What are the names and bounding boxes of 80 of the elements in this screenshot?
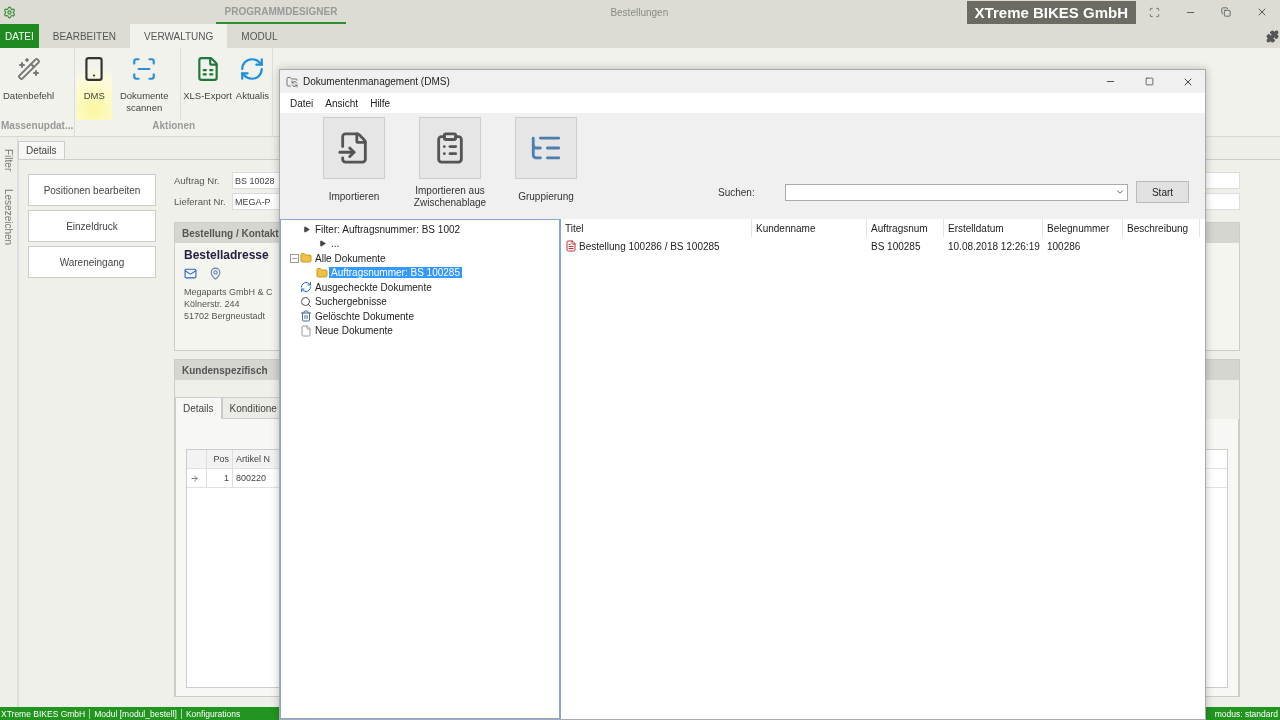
toolbar-button[interactable]	[323, 117, 385, 179]
group-label: Massenupdat...	[1, 120, 74, 133]
table-cell-text: 100286	[1046, 240, 1082, 252]
column-header[interactable]: Kundenname	[752, 219, 867, 237]
folder-icon	[316, 266, 328, 279]
puzzle-icon[interactable]	[1266, 29, 1279, 43]
tree-item[interactable]: Suchergebnisse	[313, 296, 389, 308]
address-line: Megaparts GmbH & C	[184, 286, 273, 298]
status-text: XTreme BIKES GmbH	[0, 708, 87, 719]
close-icon[interactable]	[1256, 6, 1268, 18]
menu-item[interactable]: Datei	[284, 97, 320, 109]
ribbon-tab[interactable]: VERWALTUNG	[130, 24, 228, 48]
column-header[interactable]: Beschreibung	[1123, 219, 1200, 237]
column-header[interactable]: Belegnummer	[1043, 219, 1123, 237]
ribbon-command[interactable]: Dokumente scannen	[112, 48, 177, 120]
status-text: Modul [modul_bestell]	[89, 708, 181, 719]
status-text: Konfigurations	[180, 708, 245, 719]
focus-icon[interactable]	[1148, 6, 1160, 18]
scanner-icon	[131, 56, 158, 82]
address-line: 51702 Bergneustadt	[184, 310, 266, 322]
map-pin-icon[interactable]	[209, 267, 222, 280]
action-button[interactable]: Einzeldruck	[28, 210, 156, 242]
tree-item[interactable]: Alle Dokumente	[313, 252, 388, 264]
folder-icon	[300, 252, 312, 265]
tree-item[interactable]: Ausgecheckte Dokumente	[313, 281, 434, 293]
app-logo-icon	[3, 5, 16, 19]
sync-icon	[300, 281, 312, 294]
ribbon-tab[interactable]: DATEI	[0, 24, 39, 48]
ribbon-tab[interactable]: MODUL	[227, 24, 292, 48]
magic-wand-icon	[16, 57, 41, 81]
address-line: Kölnerstr. 244	[184, 298, 240, 310]
column-header[interactable]: Erstelldatum	[944, 219, 1043, 237]
column-header[interactable]: Auftragsnum	[867, 219, 944, 237]
menu-item[interactable]: Ansicht	[319, 97, 365, 109]
side-tab[interactable]: Filter	[3, 149, 14, 172]
dropdown-icon[interactable]	[1115, 187, 1125, 197]
toolbar-label[interactable]: Importieren aus Zwischenablage	[402, 185, 498, 209]
field-label: Lieferant Nr.	[174, 196, 227, 207]
table-cell[interactable]: Bestellung 100286 / BS 100285	[579, 240, 720, 252]
side-tab[interactable]: Lesezeichen	[3, 189, 14, 246]
ribbon-command[interactable]: Aktualis	[233, 48, 272, 120]
column-header[interactable]: Pos	[207, 450, 233, 468]
ribbon-tab[interactable]: BEARBEITEN	[38, 24, 131, 48]
refresh-icon	[239, 56, 266, 82]
toolbar-label[interactable]: Gruppierung	[518, 185, 574, 209]
toolbar-button[interactable]	[419, 117, 481, 179]
search-icon	[300, 295, 312, 308]
trash-icon	[300, 310, 312, 323]
group-label: Aktionen	[151, 120, 197, 133]
dialog-app-icon	[286, 75, 298, 88]
document-tab[interactable]: Details	[18, 141, 65, 159]
window-title: Bestellungen	[609, 6, 670, 18]
menu-item[interactable]: Hilfe	[364, 97, 397, 109]
table-cell-text: 10.08.2018 12:26:19	[947, 240, 1041, 252]
toolbar-button[interactable]	[515, 117, 577, 179]
restore-icon[interactable]	[1221, 7, 1231, 17]
detail-tab[interactable]: Details	[175, 397, 222, 419]
search-label: Suchen:	[718, 186, 756, 198]
tree-item[interactable]: Gelöschte Dokumente	[313, 310, 416, 322]
status-text: modus: standard	[1214, 708, 1279, 719]
dialog-title: Dokumentenmanagement (DMS)	[303, 76, 451, 87]
ribbon-command[interactable]: XLS-Export	[180, 48, 234, 120]
field-label: Auftrag Nr.	[174, 175, 221, 186]
action-button[interactable]: Positionen bearbeiten	[28, 174, 156, 206]
company-name: XTreme BIKES GmbH	[966, 0, 1136, 24]
maximize-icon[interactable]	[1144, 77, 1154, 86]
action-button[interactable]: Wareneingang	[28, 246, 156, 278]
pdf-document-icon	[565, 240, 577, 252]
start-button[interactable]: Start	[1136, 181, 1189, 203]
blank-document-icon	[300, 324, 312, 337]
tree-item[interactable]: Filter: Auftragsnummer: BS 1002	[313, 223, 463, 235]
table-cell-text: BS 100285	[870, 240, 922, 252]
ribbon-command[interactable]: Datenbefehl	[1, 48, 57, 120]
address-heading: Bestelladresse	[184, 248, 269, 262]
search-field[interactable]	[785, 183, 1128, 201]
mail-icon[interactable]	[184, 267, 197, 280]
collapse-box[interactable]	[289, 253, 299, 263]
toolbar-label[interactable]: Importieren	[328, 185, 380, 209]
tree-item[interactable]: Neue Dokumente	[313, 325, 395, 337]
column-header[interactable]: Titel	[561, 219, 752, 237]
